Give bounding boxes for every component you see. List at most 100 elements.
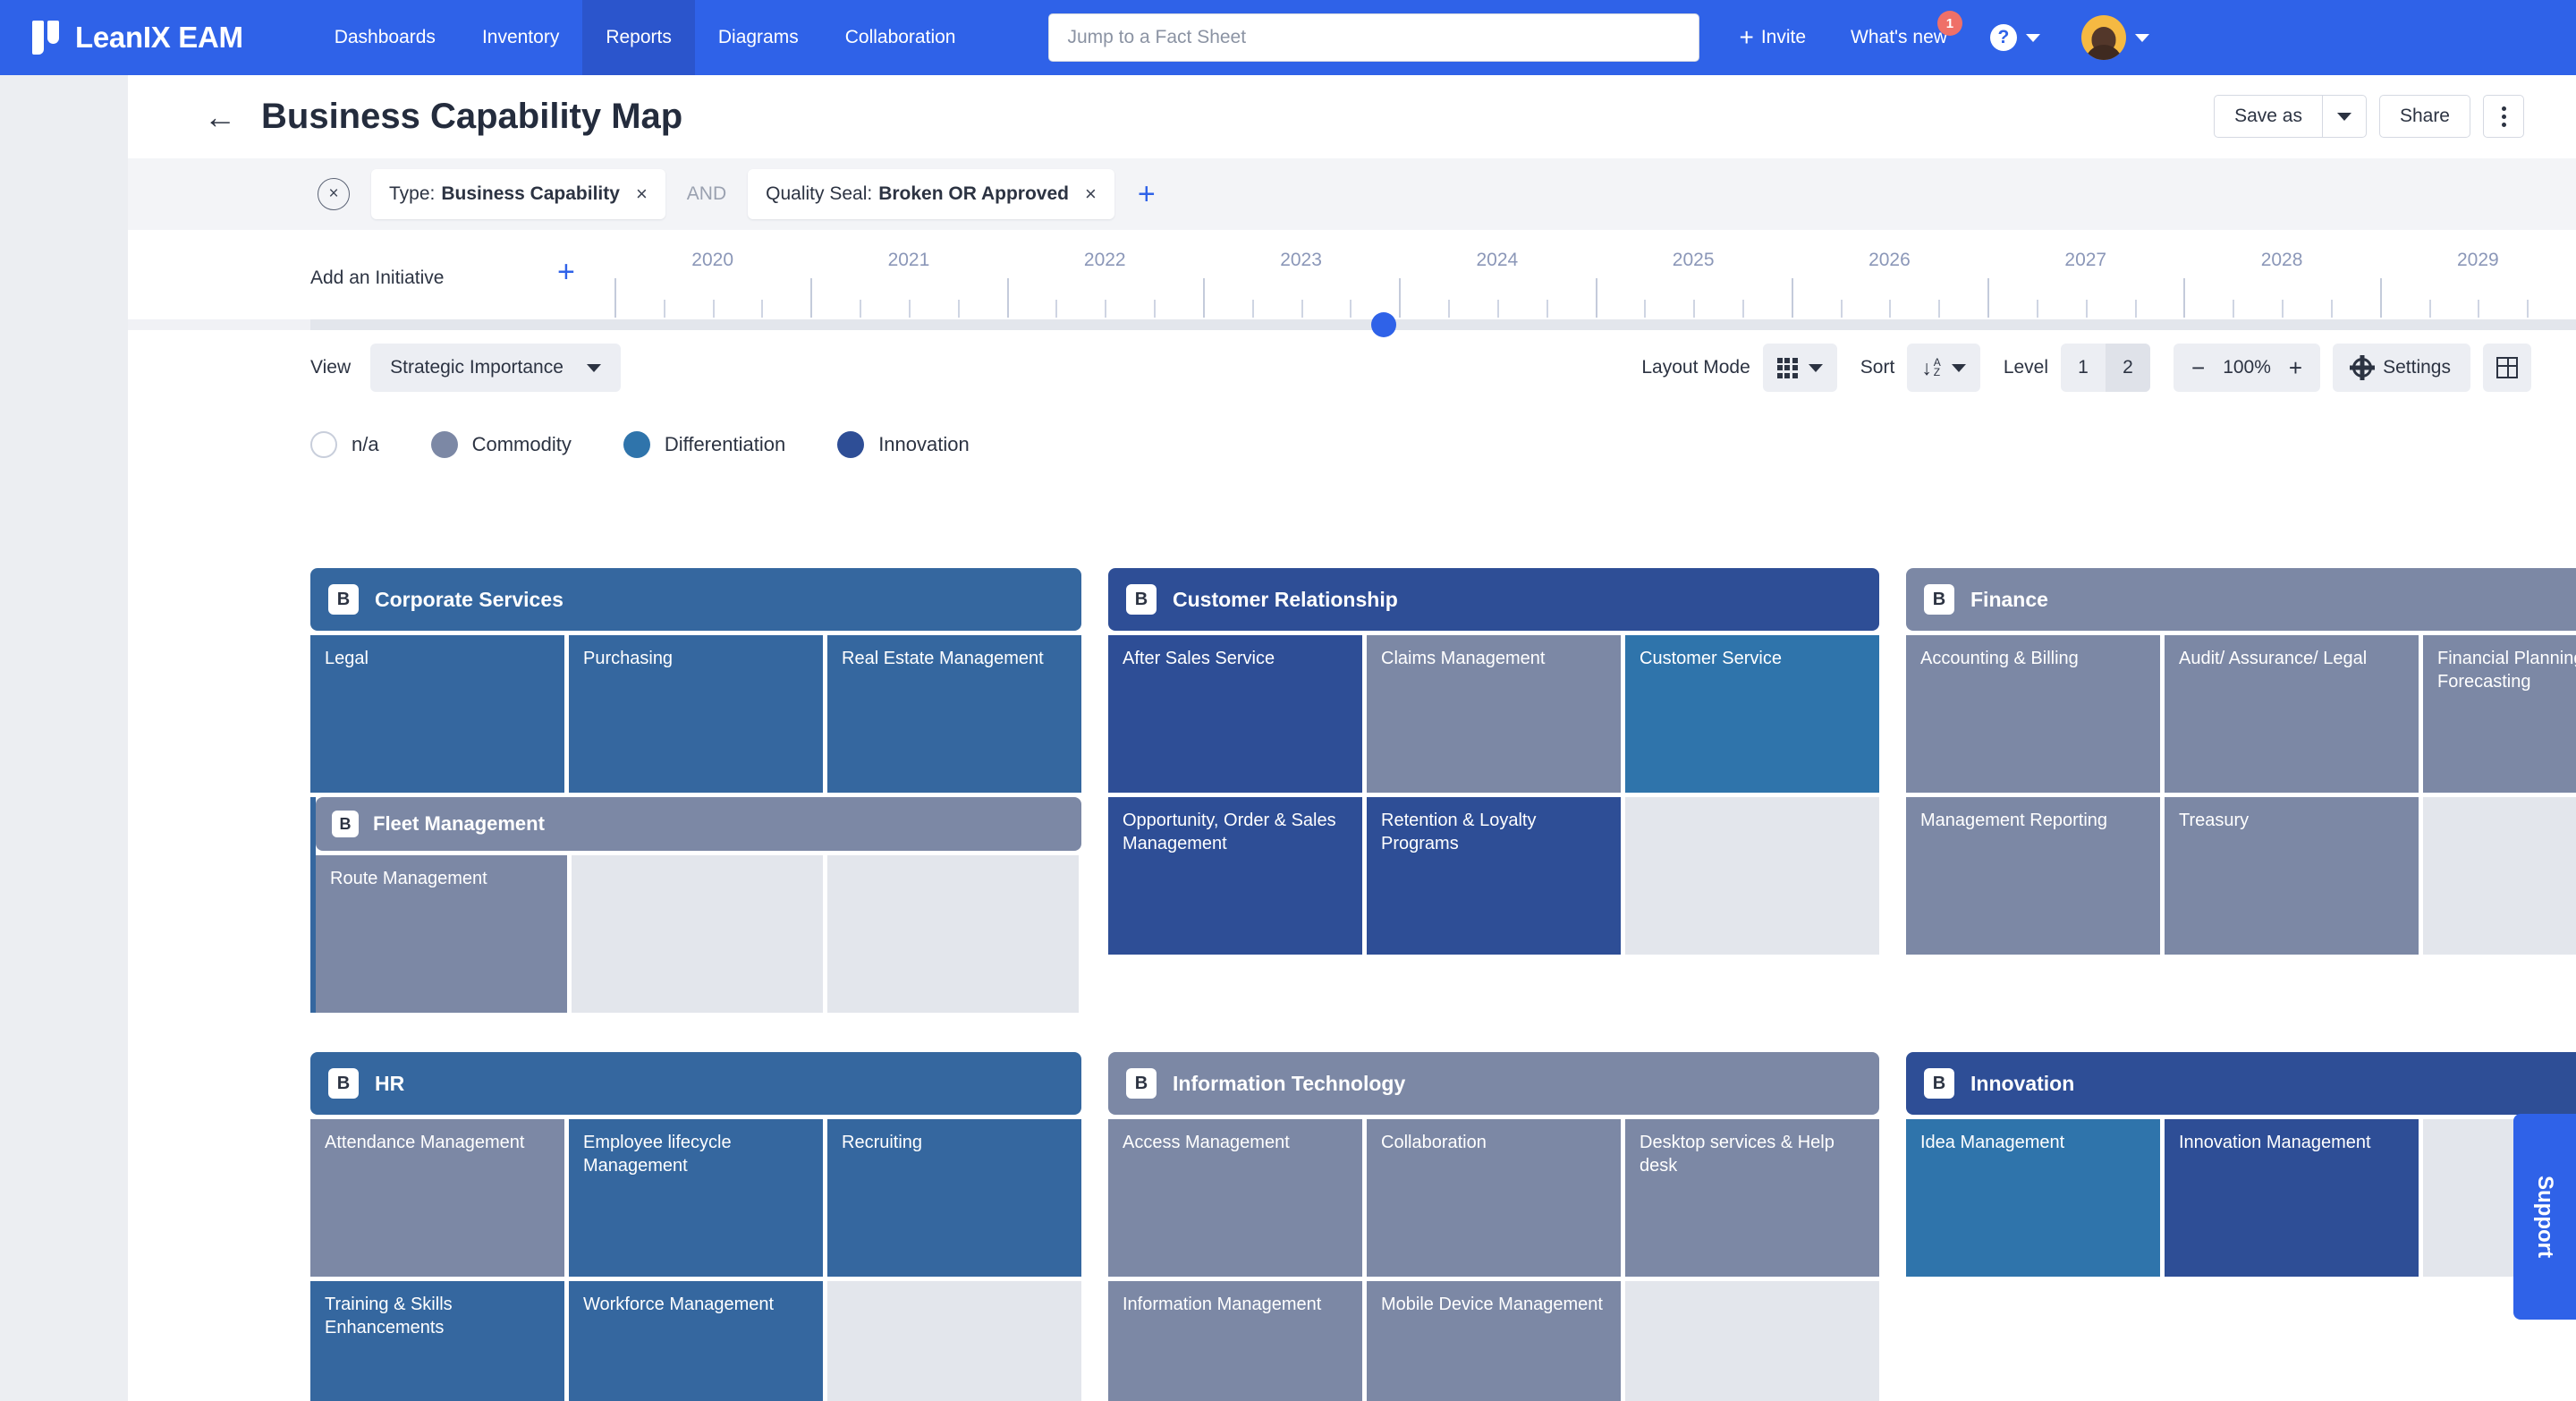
back-button[interactable]: ← bbox=[204, 100, 236, 133]
layout-mode-button[interactable] bbox=[1762, 344, 1837, 392]
capability-tile[interactable]: Mobile Device Management bbox=[1367, 1281, 1621, 1401]
capability-tile[interactable]: Training & Skills Enhancements bbox=[310, 1281, 564, 1401]
page-content: ← Business Capability Map Save as Share … bbox=[128, 75, 2576, 1401]
nav-item-diagrams[interactable]: Diagrams bbox=[695, 0, 822, 75]
capability-tile[interactable]: Collaboration bbox=[1367, 1119, 1621, 1277]
user-menu-button[interactable] bbox=[2080, 15, 2149, 60]
capability-group-header[interactable]: B Information Technology bbox=[1108, 1052, 1879, 1115]
nav-item-reports[interactable]: Reports bbox=[582, 0, 695, 75]
share-button[interactable]: Share bbox=[2378, 95, 2470, 138]
timeline-minor-tick bbox=[2330, 300, 2333, 318]
capability-tile[interactable]: Retention & Loyalty Programs bbox=[1367, 797, 1621, 955]
level-button-2[interactable]: 2 bbox=[2106, 344, 2151, 392]
capability-tile[interactable]: Legal bbox=[310, 635, 564, 793]
capability-tile[interactable]: Innovation Management bbox=[2165, 1119, 2419, 1277]
timeline-minor-tick bbox=[712, 300, 715, 318]
filter-chip-type[interactable]: Type: Business Capability × bbox=[371, 169, 665, 219]
capability-tile-empty bbox=[827, 1281, 1081, 1401]
legend-item-label: Differentiation bbox=[664, 433, 786, 455]
nav-right-group: + Invite What's new 1 ? bbox=[1739, 11, 2172, 60]
top-navigation-bar: LeanIX EAM Dashboards Inventory Reports … bbox=[0, 0, 2576, 75]
invite-button[interactable]: + Invite bbox=[1739, 25, 1806, 50]
timeline-minor-tick bbox=[1055, 300, 1058, 318]
add-initiative-label: Add an Initiative bbox=[310, 267, 445, 288]
timeline-minor-tick bbox=[1496, 300, 1499, 318]
brand-logo-group[interactable]: LeanIX EAM bbox=[30, 21, 243, 55]
capability-group-title: Innovation bbox=[1970, 1071, 2075, 1095]
nav-item-dashboards[interactable]: Dashboards bbox=[311, 0, 459, 75]
capability-tile[interactable]: Recruiting bbox=[827, 1119, 1081, 1277]
legend-item-label: n/a bbox=[352, 433, 379, 455]
capability-tile[interactable]: Employee lifecycle Management bbox=[569, 1119, 823, 1277]
table-view-button[interactable] bbox=[2483, 344, 2531, 392]
help-icon: ? bbox=[1989, 24, 2017, 51]
capability-tile[interactable]: Purchasing bbox=[569, 635, 823, 793]
capability-tile[interactable]: Desktop services & Help desk bbox=[1625, 1119, 1879, 1277]
legend-item-innovation[interactable]: Innovation bbox=[837, 431, 970, 458]
capability-group-header[interactable]: B Corporate Services bbox=[310, 568, 1081, 631]
timeline-minor-tick bbox=[2282, 300, 2284, 318]
close-icon[interactable]: × bbox=[636, 183, 648, 206]
capability-tile[interactable]: Real Estate Management bbox=[827, 635, 1081, 793]
zoom-out-button[interactable]: − bbox=[2191, 356, 2205, 379]
nav-item-collaboration[interactable]: Collaboration bbox=[822, 0, 979, 75]
support-tab[interactable]: Support bbox=[2513, 1114, 2576, 1320]
filter-chip-quality-seal[interactable]: Quality Seal: Broken OR Approved × bbox=[748, 169, 1114, 219]
chevron-down-icon bbox=[586, 363, 601, 372]
add-filter-button[interactable]: + bbox=[1138, 179, 1156, 209]
capability-tile[interactable]: Opportunity, Order & Sales Management bbox=[1108, 797, 1362, 955]
view-select[interactable]: Strategic Importance bbox=[370, 344, 621, 392]
timeline-rail[interactable] bbox=[128, 319, 2576, 330]
capability-group-header[interactable]: B Customer Relationship bbox=[1108, 568, 1879, 631]
capability-tile[interactable]: Management Reporting bbox=[1906, 797, 2160, 955]
capability-tile[interactable]: Audit/ Assurance/ Legal bbox=[2165, 635, 2419, 793]
view-label: View bbox=[310, 357, 352, 378]
settings-button[interactable]: Settings bbox=[2333, 344, 2470, 392]
capability-tile[interactable]: Information Management bbox=[1108, 1281, 1362, 1401]
capability-tile-grid: Route Management bbox=[316, 855, 1081, 1013]
avatar bbox=[2080, 15, 2126, 60]
legend-item-differentiation[interactable]: Differentiation bbox=[623, 431, 785, 458]
timeline-minor-tick bbox=[1840, 300, 1843, 318]
fact-sheet-type-badge: B bbox=[1924, 1068, 1954, 1099]
close-icon[interactable]: × bbox=[1085, 183, 1097, 206]
search-box[interactable] bbox=[1048, 13, 1700, 62]
zoom-control: − 100% + bbox=[2174, 344, 2321, 392]
more-options-button[interactable] bbox=[2483, 95, 2524, 138]
whats-new-button[interactable]: What's new 1 bbox=[1851, 11, 1962, 48]
capability-group-title: HR bbox=[375, 1071, 405, 1095]
legend-color-swatch bbox=[430, 431, 458, 458]
legend-item-n-a[interactable]: n/a bbox=[310, 431, 379, 458]
leanix-logo-icon bbox=[30, 21, 63, 55]
capability-tile[interactable]: Idea Management bbox=[1906, 1119, 2160, 1277]
capability-tile[interactable]: Accounting & Billing bbox=[1906, 635, 2160, 793]
capability-tile[interactable]: Workforce Management bbox=[569, 1281, 823, 1401]
capability-tile[interactable]: Treasury bbox=[2165, 797, 2419, 955]
capability-tile[interactable]: Customer Service bbox=[1625, 635, 1879, 793]
clear-filters-button[interactable]: × bbox=[318, 178, 350, 210]
sort-button[interactable]: ↓ A Z bbox=[1907, 344, 1980, 392]
chevron-down-icon bbox=[2336, 112, 2351, 121]
save-as-button[interactable]: Save as bbox=[2214, 95, 2322, 138]
nav-item-inventory[interactable]: Inventory bbox=[459, 0, 582, 75]
capability-group-header[interactable]: B Finance bbox=[1906, 568, 2576, 631]
capability-tile[interactable]: Attendance Management bbox=[310, 1119, 564, 1277]
search-input[interactable] bbox=[1067, 27, 1682, 48]
capability-tile[interactable]: Access Management bbox=[1108, 1119, 1362, 1277]
capability-tile[interactable]: Financial Planning & Forecasting bbox=[2423, 635, 2576, 793]
legend-item-commodity[interactable]: Commodity bbox=[430, 431, 572, 458]
capability-group-header[interactable]: B HR bbox=[310, 1052, 1081, 1115]
level-button-1[interactable]: 1 bbox=[2061, 344, 2106, 392]
capability-tile[interactable]: After Sales Service bbox=[1108, 635, 1362, 793]
add-initiative-button[interactable]: + bbox=[557, 257, 575, 287]
help-menu-button[interactable]: ? bbox=[1989, 24, 2040, 51]
zoom-in-button[interactable]: + bbox=[2289, 356, 2302, 379]
capability-subgroup-header[interactable]: B Fleet Management bbox=[316, 797, 1081, 851]
filter-chip-value: Business Capability bbox=[441, 183, 620, 204]
capability-tile[interactable]: Claims Management bbox=[1367, 635, 1621, 793]
save-as-dropdown-button[interactable] bbox=[2321, 95, 2367, 138]
capability-group-header[interactable]: B Innovation bbox=[1906, 1052, 2576, 1115]
timeline-minor-tick bbox=[1251, 300, 1254, 318]
capability-tile[interactable]: Route Management bbox=[316, 855, 567, 1013]
header-actions: Save as Share bbox=[2214, 95, 2524, 138]
